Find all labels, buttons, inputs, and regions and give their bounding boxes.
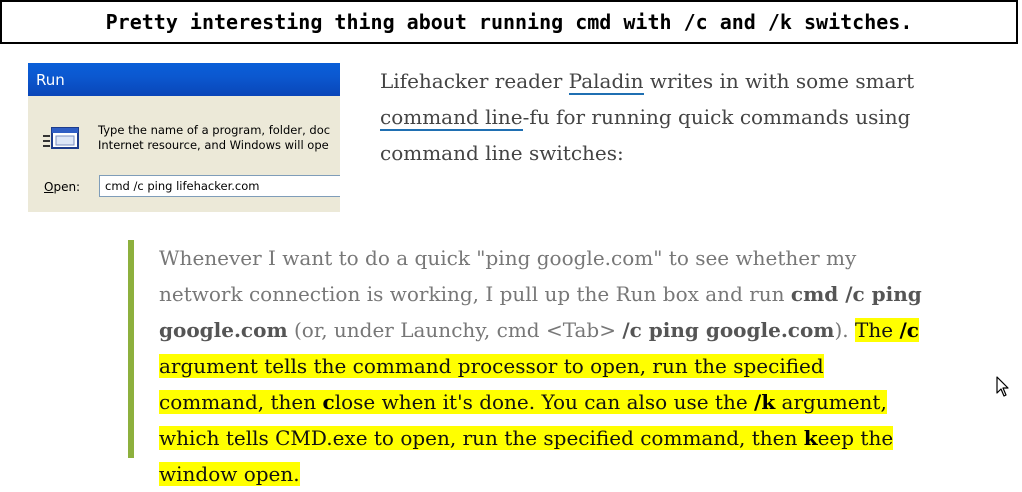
blockquote: Whenever I want to do a quick "ping goog… [128,240,934,486]
quote-text-2: (or, under Launchy, cmd <Tab> [287,318,623,342]
hl-text-3: lose when it's done. You can also use th… [334,390,755,414]
hl-bold-3: /k [754,390,776,414]
hl-text-1: The [855,318,900,342]
run-dialog-description: Type the name of a program, folder, doc … [98,123,330,153]
intro-paragraph: Lifehacker reader Paladin writes in with… [380,63,980,171]
post-title: Pretty interesting thing about running c… [0,0,1018,44]
run-desc-line-2: Internet resource, and Windows will ope [98,138,329,152]
quote-text-1: Whenever I want to do a quick "ping goog… [159,246,857,306]
run-dialog-screenshot: Run Type the name of a program, folder, … [28,63,340,212]
blockquote-text: Whenever I want to do a quick "ping goog… [159,240,929,492]
run-program-icon [43,127,79,149]
hl-bold-1: /c [899,318,919,342]
run-command-input: cmd /c ping lifehacker.com [99,175,340,197]
hl-bold-4: k [803,426,818,450]
highlighted-explanation: The /c argument tells the command proces… [159,318,919,486]
run-open-label-rest: pen: [53,180,81,194]
hl-bold-2: c [322,390,335,414]
intro-text-1: Lifehacker reader [380,69,569,93]
run-open-label: Open: [44,180,80,194]
quote-bold-2: /c ping google.com [622,318,835,342]
run-desc-line-1: Type the name of a program, folder, doc [98,123,331,137]
run-dialog-title: Run [36,71,65,89]
intro-text-2: writes in with some smart [643,69,915,93]
paladin-link[interactable]: Paladin [568,69,644,95]
mouse-cursor-icon [996,376,1009,397]
command-line-link[interactable]: command line [380,105,523,131]
quote-text-3: ). [834,318,856,342]
run-dialog-titlebar: Run [28,63,340,96]
